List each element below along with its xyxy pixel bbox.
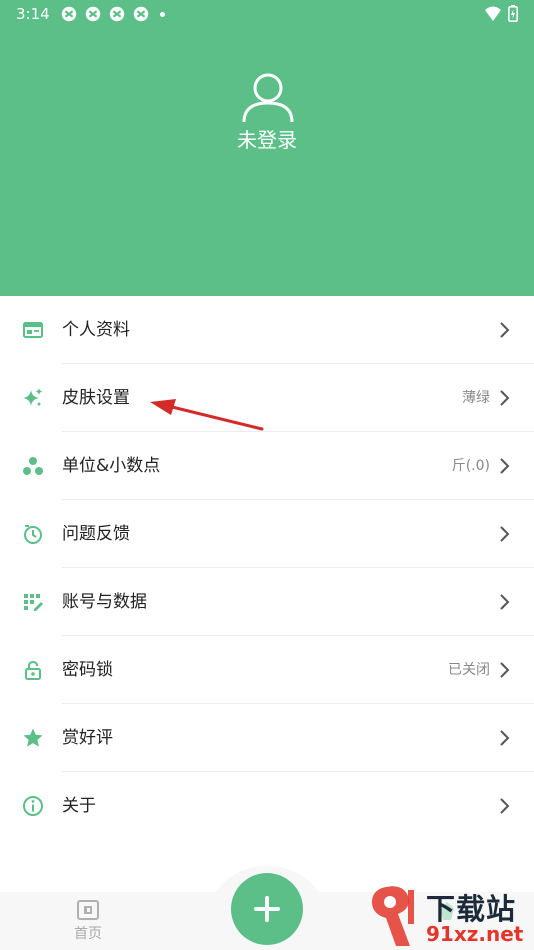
chevron-right-icon — [500, 322, 510, 338]
menu-item-rate-app[interactable]: 赏好评 — [0, 704, 534, 772]
menu-item-account-data[interactable]: 账号与数据 — [0, 568, 534, 636]
add-record-button[interactable] — [231, 873, 303, 945]
lock-icon — [22, 659, 44, 681]
notification-app-icon — [85, 6, 101, 22]
login-status-label[interactable]: 未登录 — [0, 124, 534, 153]
notification-more-dot — [160, 11, 165, 17]
menu-item-value: 薄绿 — [462, 390, 490, 406]
chevron-right-icon — [500, 662, 510, 678]
wallet-icon — [77, 900, 99, 920]
status-bar: 3:14 — [0, 0, 534, 28]
sparkle-icon — [22, 387, 44, 409]
battery-icon — [508, 5, 518, 22]
menu-item-label: 赏好评 — [62, 728, 113, 748]
star-icon — [22, 727, 44, 749]
menu-item-units-decimals[interactable]: 单位&小数点 斤(.0) — [0, 432, 534, 500]
menu-item-value: 斤(.0) — [451, 458, 490, 474]
chevron-right-icon — [500, 730, 510, 746]
menu-item-label: 账号与数据 — [62, 592, 147, 612]
profile-header: 3:14 未登录 — [0, 0, 534, 296]
menu-item-profile[interactable]: 个人资料 — [0, 296, 534, 364]
chevron-right-icon — [500, 798, 510, 814]
notification-app-icon — [133, 6, 149, 22]
watermark-url: 91xz.net — [426, 922, 524, 946]
avatar-icon[interactable] — [241, 72, 295, 124]
chevron-right-icon — [500, 458, 510, 474]
dots-icon — [22, 455, 44, 477]
notification-app-icon — [61, 6, 77, 22]
menu-item-label: 个人资料 — [62, 320, 130, 340]
data-icon — [22, 591, 44, 613]
menu-item-value: 已关闭 — [448, 662, 490, 678]
menu-item-feedback[interactable]: 问题反馈 — [0, 500, 534, 568]
chevron-right-icon — [500, 526, 510, 542]
tab-home[interactable]: 首页 — [68, 900, 108, 943]
status-system-icons — [484, 5, 518, 22]
notification-app-icon — [109, 6, 125, 22]
notification-icons — [60, 5, 165, 23]
menu-item-skin-settings[interactable]: 皮肤设置 薄绿 — [0, 364, 534, 432]
feedback-icon — [22, 523, 44, 545]
menu-item-label: 关于 — [62, 796, 96, 816]
plus-icon — [254, 896, 280, 922]
menu-item-label: 皮肤设置 — [62, 388, 130, 408]
menu-item-about[interactable]: 关于 — [0, 772, 534, 840]
menu-item-label: 单位&小数点 — [62, 456, 161, 476]
chevron-right-icon — [500, 594, 510, 610]
info-icon — [22, 795, 44, 817]
watermark-emblem-icon — [372, 886, 414, 946]
wifi-icon — [485, 6, 501, 21]
menu-item-password-lock[interactable]: 密码锁 已关闭 — [0, 636, 534, 704]
watermark-logo: 下载站 91xz.net — [368, 884, 534, 950]
profile-card-icon — [22, 319, 44, 341]
menu-item-label: 密码锁 — [62, 660, 113, 680]
tab-home-label: 首页 — [74, 926, 102, 942]
status-time: 3:14 — [16, 5, 50, 23]
menu-item-label: 问题反馈 — [62, 524, 130, 544]
settings-menu: 个人资料 皮肤设置 薄绿 单位&小数点 斤(.0) 问题反馈 账号与数据 密码锁… — [0, 296, 534, 840]
chevron-right-icon — [500, 390, 510, 406]
